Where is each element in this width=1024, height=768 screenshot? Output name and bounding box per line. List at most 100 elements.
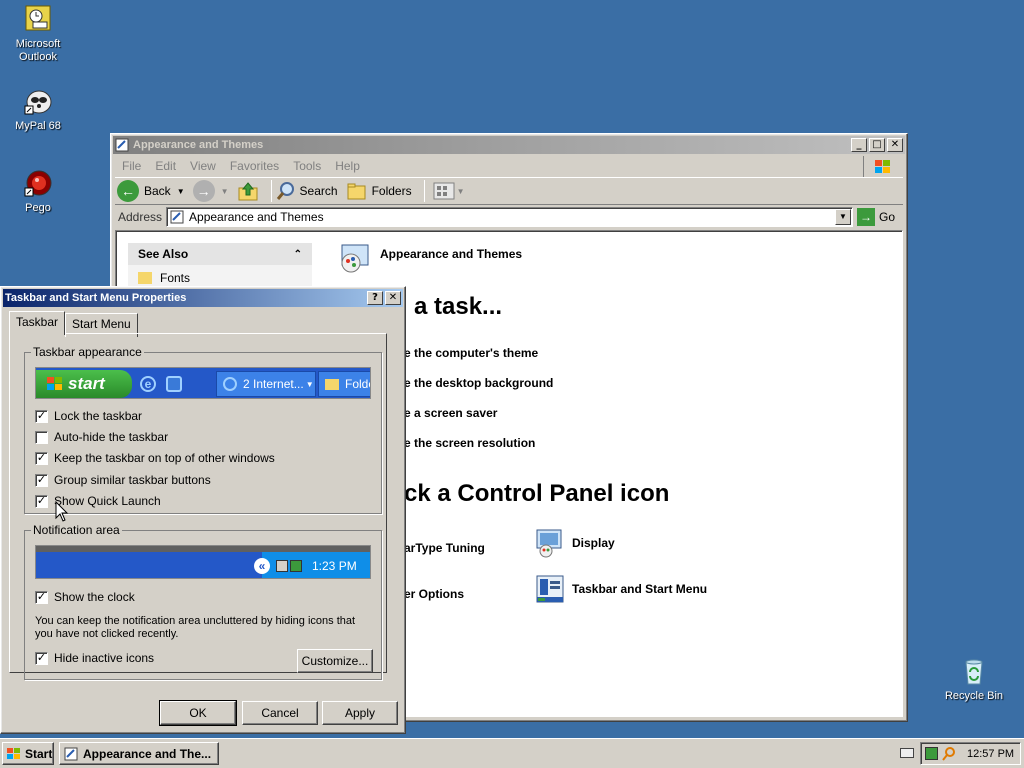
task-link[interactable]: e a screen saver (404, 406, 497, 420)
forward-button[interactable]: → ▼ (192, 180, 229, 202)
go-label: Go (878, 210, 895, 224)
checkbox[interactable]: ✓ (35, 651, 48, 665)
keyboard-icon[interactable] (900, 748, 914, 758)
desktop-quicklaunch-icon (166, 376, 182, 392)
pick-task-heading: a task... (414, 293, 503, 320)
ie-quicklaunch-icon: e (140, 376, 156, 392)
menu-file[interactable]: File (122, 159, 141, 173)
taskbar-start-menu-icon (536, 575, 564, 603)
taskbar-preview: start e 2 Internet... ▼ Folde (35, 367, 371, 399)
checkbox-label: Show Quick Launch (54, 494, 161, 508)
pego-icon (24, 170, 52, 197)
checkbox-auto-hide[interactable]: Auto-hide the taskbar (35, 430, 168, 444)
checkbox[interactable]: ✓ (35, 409, 48, 423)
views-button[interactable]: ▼ (433, 182, 465, 200)
back-dropdown-icon[interactable]: ▼ (177, 187, 185, 196)
control-panel-item-taskbar[interactable]: Taskbar and Start Menu (534, 573, 707, 605)
maximize-button[interactable]: □ (869, 138, 885, 152)
address-label: Address (118, 210, 163, 224)
taskbar: Start Appearance and The... 12:57 PM (0, 738, 1024, 768)
checkbox-quick-launch[interactable]: ✓ Show Quick Launch (35, 494, 161, 508)
go-button[interactable]: → Go (856, 208, 895, 226)
menu-favorites[interactable]: Favorites (230, 159, 279, 173)
search-tray-icon[interactable] (941, 746, 957, 762)
ie-icon (223, 377, 237, 391)
preview-start-label: start (68, 374, 105, 393)
desktop-icon-mypal[interactable]: MyPal 68 (3, 86, 73, 133)
folders-button[interactable]: Folders (346, 181, 412, 201)
see-also-header[interactable]: See Also ⌃ (128, 243, 312, 265)
explorer-menubar: File Edit View Favorites Tools Help (115, 156, 903, 178)
dialog-close-button[interactable]: ✕ (385, 291, 401, 305)
menu-help[interactable]: Help (335, 159, 360, 173)
start-label: Start (25, 746, 53, 761)
control-panel-item-folder-options[interactable]: er Options (404, 587, 464, 601)
control-panel-item-display[interactable]: Display (534, 527, 615, 559)
toolbar-separator (270, 180, 272, 202)
folders-label: Folders (371, 184, 412, 198)
tab-taskbar[interactable]: Taskbar (9, 311, 66, 335)
task-link[interactable]: e the screen resolution (404, 436, 535, 450)
checkbox-hide-inactive[interactable]: ✓ Hide inactive icons (35, 651, 154, 665)
task-link[interactable]: e the computer's theme (404, 346, 538, 360)
ok-button[interactable]: OK (159, 700, 237, 726)
menu-edit[interactable]: Edit (155, 159, 176, 173)
cancel-button[interactable]: Cancel (242, 701, 318, 725)
preview-tray: « 1:23 PM (254, 552, 370, 578)
address-field[interactable]: Appearance and Themes ▼ (166, 207, 853, 227)
checkbox-label: Auto-hide the taskbar (54, 430, 169, 444)
checkbox[interactable]: ✓ (35, 590, 48, 604)
preview-task-folder: Folde (318, 371, 370, 397)
recycle-bin-icon (965, 659, 983, 685)
collapse-icon[interactable]: ⌃ (294, 249, 302, 260)
mouse-cursor-icon (55, 501, 69, 522)
system-tray: 12:57 PM (920, 742, 1021, 765)
taskbar-properties-dialog[interactable]: Taskbar and Start Menu Properties ? ✕ Ta… (0, 286, 406, 734)
windows-flag-icon (7, 747, 20, 759)
go-arrow-icon: → (856, 208, 875, 226)
task-link[interactable]: e the desktop background (404, 376, 553, 390)
desktop-icon-recycle-bin[interactable]: Recycle Bin (939, 656, 1009, 703)
clock[interactable]: 12:57 PM (967, 748, 1014, 760)
checkbox-label: Hide inactive icons (54, 651, 155, 665)
views-icon (433, 182, 455, 200)
checkbox[interactable]: ✓ (35, 494, 48, 508)
menu-tools[interactable]: Tools (293, 159, 321, 173)
back-button[interactable]: ← Back ▼ (117, 180, 185, 202)
toolbar-separator (423, 180, 425, 202)
checkbox[interactable] (35, 430, 48, 444)
minimize-button[interactable]: _ (851, 138, 867, 152)
apply-button[interactable]: Apply (322, 701, 398, 725)
menu-view[interactable]: View (190, 159, 216, 173)
address-dropdown-button[interactable]: ▼ (834, 209, 851, 225)
up-folder-button[interactable] (237, 180, 259, 202)
forward-dropdown-icon[interactable]: ▼ (221, 187, 229, 196)
checkbox-keep-on-top[interactable]: ✓ Keep the taskbar on top of other windo… (35, 451, 275, 465)
explorer-title: Appearance and Themes (133, 139, 264, 151)
back-arrow-icon: ← (117, 180, 139, 202)
desktop-icon-pego[interactable]: Pego (3, 168, 73, 215)
start-button[interactable]: Start (2, 742, 54, 765)
search-button[interactable]: Search (276, 181, 338, 201)
desktop-icon-outlook[interactable]: Microsoft Outlook (3, 4, 73, 64)
preview-task-folder-label: Folde (345, 377, 370, 391)
control-panel-icon (170, 210, 184, 224)
checkbox-lock-taskbar[interactable]: ✓ Lock the taskbar (35, 409, 142, 423)
checkbox[interactable]: ✓ (35, 473, 48, 487)
notification-info-text: You can keep the notification area unclu… (35, 615, 356, 640)
checkbox-label: Lock the taskbar (54, 409, 143, 423)
desktop-icon-label: Recycle Bin (944, 690, 1004, 702)
network-tray-icon[interactable] (925, 747, 938, 760)
dialog-titlebar[interactable]: Taskbar and Start Menu Properties ? ✕ (3, 289, 403, 307)
explorer-titlebar[interactable]: Appearance and Themes _ □ ✕ (113, 136, 905, 154)
checkbox[interactable]: ✓ (35, 451, 48, 465)
checkbox-show-clock[interactable]: ✓ Show the clock (35, 590, 135, 604)
control-panel-item-cleartype[interactable]: arType Tuning (404, 541, 485, 555)
checkbox-group-buttons[interactable]: ✓ Group similar taskbar buttons (35, 473, 211, 487)
close-button[interactable]: ✕ (887, 138, 903, 152)
help-button[interactable]: ? (367, 291, 383, 305)
customize-button[interactable]: Customize... (297, 649, 373, 673)
folder-icon (325, 378, 339, 390)
address-bar: Address Appearance and Themes ▼ → Go (115, 206, 903, 228)
taskbar-task-appearance[interactable]: Appearance and The... (59, 742, 219, 765)
